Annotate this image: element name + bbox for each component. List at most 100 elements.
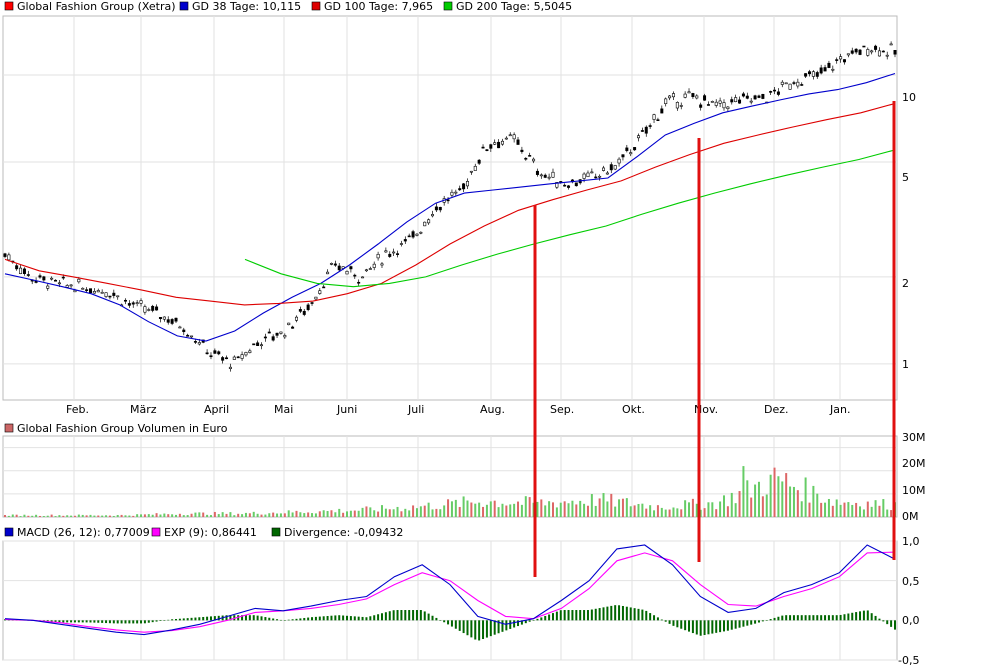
divergence-bar (614, 605, 617, 621)
stock-chart: Global Fashion Group (Xetra) GD 38 Tage:… (2, 0, 926, 667)
candle-body (22, 268, 26, 274)
divergence-bar (380, 613, 383, 621)
divergence-bar (322, 616, 325, 621)
volume-legend: Global Fashion Group Volumen in Euro (4, 422, 228, 435)
volume-bar (769, 474, 772, 517)
divergence-bar (248, 615, 251, 621)
volume-bar (206, 514, 209, 517)
candle-body (267, 331, 271, 334)
volume-bar (606, 501, 609, 517)
volume-bar (89, 514, 92, 517)
legend-swatch-gd100 (311, 1, 321, 11)
candle-body (893, 50, 897, 55)
volume-bar (746, 480, 749, 517)
divergence-bar (182, 618, 185, 621)
candle-body (640, 130, 644, 132)
candle-body (427, 219, 431, 224)
candle-body (617, 158, 621, 164)
vol-tick-30m: 30M (902, 431, 926, 444)
volume-bar (489, 501, 492, 517)
candle-body (178, 326, 182, 329)
volume-bar (816, 493, 819, 517)
candle-body (489, 144, 493, 149)
volume-bar (237, 513, 240, 517)
divergence-bar (346, 615, 349, 621)
candle-body (104, 292, 108, 297)
candle-body (279, 331, 283, 334)
volume-bar (279, 513, 282, 517)
macd-panel (2, 540, 898, 661)
divergence-bar (610, 605, 613, 621)
divergence-bar (606, 606, 609, 621)
volume-bar (31, 515, 34, 517)
volume-bar (524, 496, 527, 517)
divergence-bar (765, 620, 768, 621)
divergence-bar (746, 620, 749, 626)
candle-body (182, 329, 186, 333)
y-tick-1: 1 (902, 358, 909, 371)
volume-bar (804, 477, 807, 517)
volume-bar (190, 513, 193, 517)
divergence-bar (439, 620, 442, 621)
legend-macd-label: MACD (26, 12): 0,77009 (17, 526, 150, 539)
volume-bar (11, 514, 14, 517)
divergence-bar (808, 615, 811, 621)
candle-body (322, 286, 326, 289)
volume-bar (567, 503, 570, 517)
candle-body (205, 352, 209, 355)
divergence-bar (217, 615, 220, 621)
divergence-bar (85, 620, 88, 623)
volume-bar (540, 499, 543, 517)
divergence-bar (171, 619, 174, 621)
divergence-bar (412, 610, 415, 621)
candle-body (741, 93, 745, 97)
divergence-bar (757, 620, 760, 623)
volume-bar (143, 514, 146, 517)
divergence-bar (349, 616, 352, 621)
candle-body (613, 165, 617, 170)
volume-bar (874, 500, 877, 517)
divergence-bar (695, 620, 698, 635)
volume-bar (653, 510, 656, 517)
volume-bar (859, 506, 862, 517)
candle-body (50, 277, 54, 280)
divergence-bar (761, 620, 764, 622)
candle-body (7, 254, 11, 261)
volume-bar (618, 499, 621, 517)
volume-bar (847, 502, 850, 517)
candle-body (718, 100, 722, 104)
divergence-bar (357, 616, 360, 621)
candle-body (271, 336, 275, 341)
divergence-bar (136, 620, 139, 624)
candle-body (846, 53, 850, 56)
candle-body (345, 270, 349, 275)
candle-body (473, 165, 477, 171)
candle-body (648, 125, 652, 127)
candle-body (112, 292, 116, 296)
candle-body (392, 251, 396, 254)
divergence-bar (454, 620, 457, 629)
divergence-bar (178, 618, 181, 621)
divergence-bar (831, 615, 834, 621)
divergence-bar (334, 615, 337, 621)
divergence-bar (602, 607, 605, 621)
volume-bar (307, 512, 310, 517)
candle-body (831, 68, 835, 71)
candle-body (656, 119, 660, 121)
divergence-bar (571, 610, 574, 621)
price-y-ticks: 10 5 2 1 (902, 91, 916, 371)
divergence-bar (660, 619, 663, 621)
divergence-bar (540, 617, 543, 621)
volume-bar (54, 516, 57, 517)
candle-body (776, 91, 780, 95)
candle-body (73, 290, 77, 293)
divergence-bar (450, 620, 453, 627)
volume-bar (112, 515, 115, 517)
divergence-bar (268, 617, 271, 621)
candle-body (174, 317, 178, 322)
candle-body (691, 93, 695, 97)
legend-gd38-label: GD 38 Tage: 10,115 (192, 0, 301, 13)
volume-bar (396, 506, 399, 517)
volume-bar (70, 515, 73, 517)
divergence-bar (890, 620, 893, 627)
